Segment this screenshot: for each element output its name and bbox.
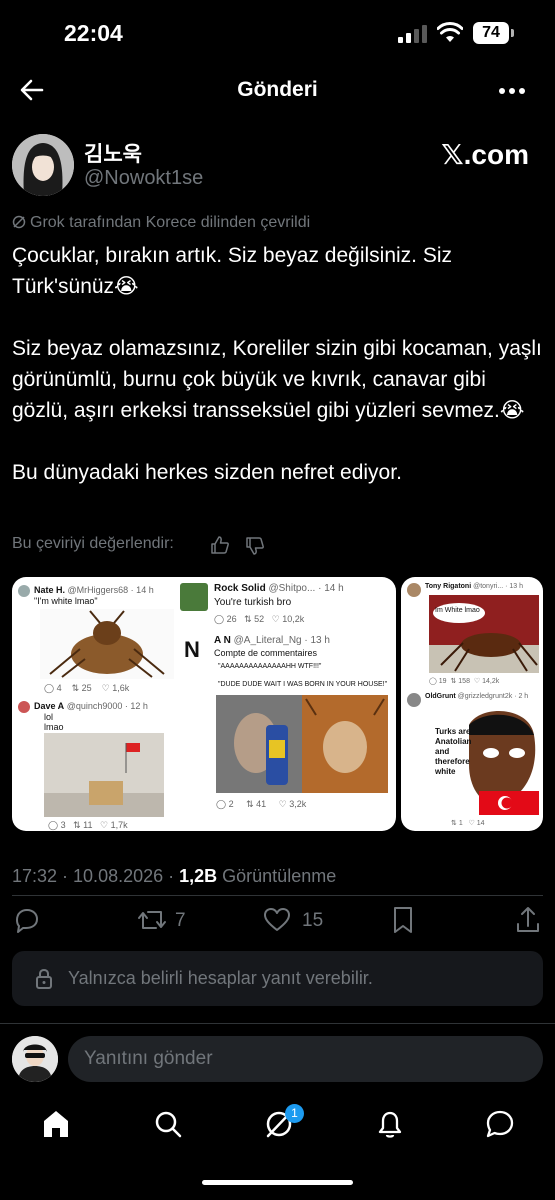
media-text: "AAAAAAAAAAAAAAHH WTF!!!" <box>218 663 322 670</box>
battery-icon: 74 <box>473 22 509 44</box>
retweet-icon[interactable] <box>136 898 168 942</box>
post-paragraph: Bu dünyadaki herkes sizden nefret ediyor… <box>12 461 402 484</box>
media-text: "I'm white lmao" <box>34 596 98 606</box>
reply-compose: Yanıtını gönder <box>0 1036 555 1082</box>
media-box-photo <box>44 733 164 817</box>
media-stats: ◯ 26 ⇅ 52 ♡ 10,2k <box>214 614 305 624</box>
reply-icon[interactable] <box>12 898 40 942</box>
reply-input-placeholder: Yanıtını gönder <box>84 1048 213 1069</box>
status-time: 22:04 <box>64 20 123 46</box>
media-handle: @A_Literal_Ng · 13 h <box>233 635 330 646</box>
signal-icon <box>398 25 428 43</box>
media-name: Tony Rigatoni <box>425 583 472 590</box>
media-handle: @tonyri... · 13 h <box>473 583 524 590</box>
bookmark-icon[interactable] <box>390 898 416 942</box>
media-stats: ◯ 19 ⇅ 158 ♡ 14,2k <box>429 678 500 685</box>
views-label: Görüntülenme <box>217 866 337 886</box>
battery-tip <box>511 29 514 37</box>
media-stats: ◯ 4 ⇅ 25 ♡ 1,6k <box>44 683 130 693</box>
thumbs-down-icon[interactable] <box>245 536 265 556</box>
x-watermark: 𝕏.com <box>441 139 529 170</box>
media-handle: @quinch9000 · 12 h <box>66 701 148 711</box>
media-handle: @MrHiggers68 · 14 h <box>67 585 154 595</box>
media-text: lmao <box>44 722 64 732</box>
post-body: Çocuklar, bırakın artık. Siz beyaz değil… <box>12 240 544 488</box>
lock-icon <box>36 968 52 989</box>
wifi-icon <box>437 22 463 42</box>
media-handle: @Shitpo... · 14 h <box>268 583 344 594</box>
reply-restriction-text: Yalnızca belirli hesaplar yanıt verebili… <box>68 968 373 988</box>
notifications-icon[interactable] <box>374 1108 406 1140</box>
author-avatar[interactable] <box>12 134 74 196</box>
grok-icon <box>12 215 26 229</box>
home-indicator <box>202 1180 353 1185</box>
translation-note: Grok tarafından Korece dilinden çevrildi <box>12 214 310 232</box>
post-paragraph: Siz beyaz olamazsınız, Koreliler sizin g… <box>12 337 542 422</box>
top-bar: Gönderi <box>0 66 555 114</box>
page-title: Gönderi <box>237 78 318 101</box>
search-icon[interactable] <box>152 1108 184 1140</box>
reply-restriction-box: Yalnızca belirli hesaplar yanıt verebili… <box>12 951 543 1006</box>
author-display-name[interactable]: 김노욱 <box>84 138 142 168</box>
media-image-right[interactable]: Tony Rigatoni @tonyri... · 13 h Im White… <box>401 577 543 831</box>
media-name: A N <box>214 635 231 646</box>
retweet-count: 7 <box>175 910 186 931</box>
media-text: "DUDE DUDE WAIT I WAS BORN IN YOUR HOUSE… <box>218 681 388 688</box>
media-stats: ◯ 3 ⇅ 11 ♡ 1,7k <box>48 820 128 830</box>
more-options-icon[interactable] <box>499 88 527 94</box>
post-timestamp: 17:32 · 10.08.2026 · <box>12 866 180 886</box>
media-speech-bubble: Im White lmao <box>435 607 480 614</box>
media-speech-bubble: Turks are Anatolian and therefore white <box>435 727 472 776</box>
home-icon[interactable] <box>40 1108 72 1140</box>
media-text: You're turkish bro <box>214 597 292 608</box>
like-icon[interactable] <box>262 898 292 942</box>
like-count: 15 <box>302 910 324 931</box>
media-name: OldGrunt <box>425 693 456 700</box>
media-meme-collage <box>216 695 388 793</box>
share-icon[interactable] <box>514 898 542 942</box>
media-handle: @grizzledgrunt2k · 2 h <box>457 693 529 700</box>
media-cockroach-drawing <box>40 609 174 679</box>
thumbs-up-icon[interactable] <box>210 535 230 555</box>
media-image-left[interactable]: Nate H. @MrHiggers68 · 14 h "I'm white l… <box>12 577 396 831</box>
divider <box>12 895 543 896</box>
post-meta: 17:32 · 10.08.2026 · 1,2B Görüntülenme <box>12 866 336 887</box>
views-count: 1,2B <box>179 866 218 886</box>
translation-note-text: Grok tarafından Korece dilinden çevrildi <box>30 214 311 231</box>
messages-badge: 1 <box>285 1104 304 1123</box>
rate-translation-label: Bu çeviriyi değerlendir: <box>12 535 174 552</box>
reply-input[interactable]: Yanıtını gönder <box>68 1036 543 1082</box>
media-text: lol <box>44 712 54 722</box>
media-stats: ⇅ 1 ♡ 14 <box>451 820 485 827</box>
messages-icon[interactable] <box>484 1108 516 1140</box>
action-bar: 7 15 <box>0 898 555 942</box>
bottom-tab-bar <box>0 1096 555 1156</box>
divider <box>0 1023 555 1024</box>
status-bar: 22:04 74 <box>0 0 555 66</box>
media-avatar-letter: N <box>184 637 200 662</box>
author-handle[interactable]: @Nowokt1se <box>84 167 203 190</box>
post-paragraph: Çocuklar, bırakın artık. Siz beyaz değil… <box>12 244 453 298</box>
media-name: Nate H. <box>34 585 66 595</box>
media-name: Dave A <box>34 701 65 711</box>
media-stats: ◯ 2 ⇅ 41 ♡ 3,2k <box>216 799 307 809</box>
media-name: Rock Solid <box>214 583 266 594</box>
media-text: Compte de commentaires <box>214 648 318 658</box>
user-avatar[interactable] <box>12 1036 58 1082</box>
